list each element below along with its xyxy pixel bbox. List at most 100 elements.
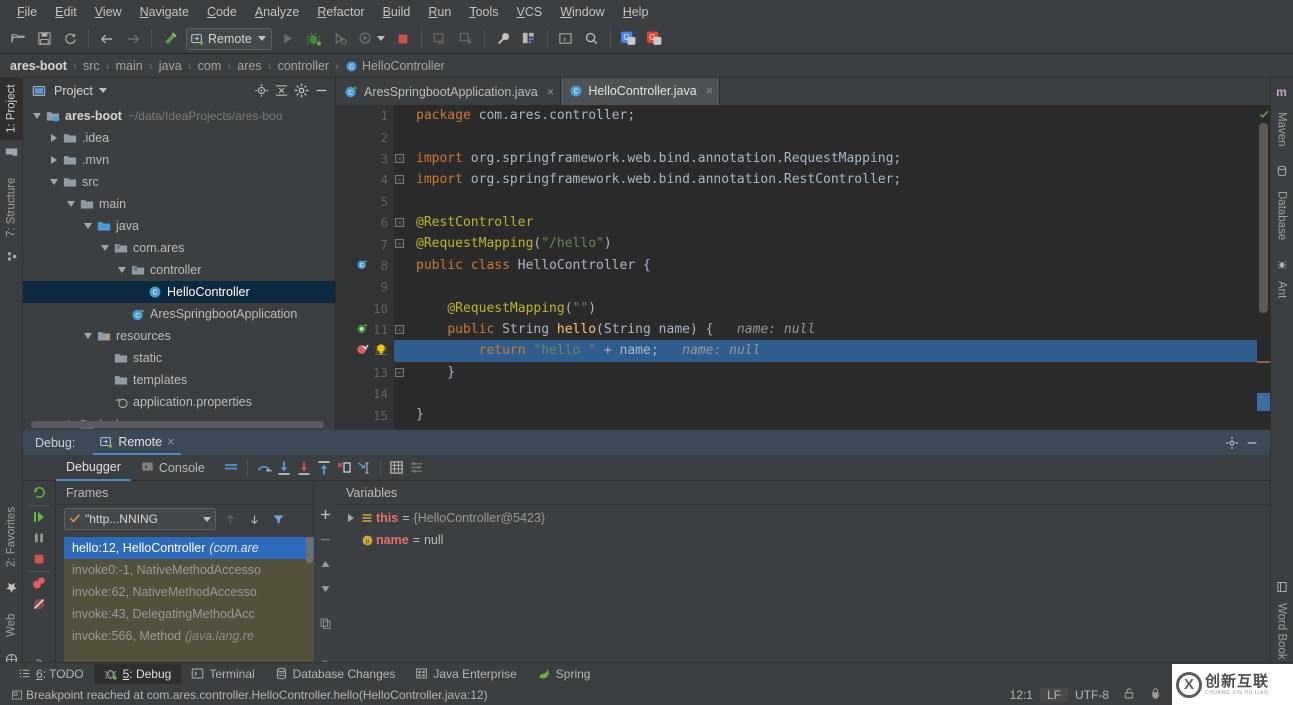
expand-arrow-icon[interactable] — [344, 514, 358, 522]
collapse-arrow-icon[interactable] — [80, 328, 96, 344]
save-all-icon[interactable] — [32, 28, 56, 50]
settings-lines-icon[interactable] — [407, 458, 427, 478]
editor-tab-hellocontroller-java[interactable]: C HelloController.java × — [561, 78, 721, 105]
sidebar-item-structure[interactable]: 7: Structure — [0, 170, 23, 244]
fold-marker-7[interactable]: - — [395, 239, 404, 249]
breadcrumb-item-controller[interactable]: controller — [278, 59, 329, 73]
gutter-line-5[interactable]: 5 — [336, 191, 394, 212]
mute-breakpoints-icon[interactable] — [26, 595, 52, 613]
translate2-icon[interactable]: G — [643, 28, 667, 50]
menu-item-file[interactable]: File — [8, 3, 46, 21]
tree-node-resources[interactable]: resources — [23, 325, 335, 347]
collapse-arrow-icon[interactable] — [80, 218, 96, 234]
step-over-icon[interactable] — [254, 458, 274, 478]
debug-minimize-icon[interactable] — [1242, 433, 1262, 453]
back-arrow-icon[interactable] — [95, 28, 119, 50]
breadcrumb-item-ares[interactable]: ares — [237, 59, 261, 73]
editor-scrollbar[interactable] — [1257, 105, 1270, 430]
tree-node-src[interactable]: src — [23, 171, 335, 193]
editor-gutter[interactable]: 12345678C9101112131415 — [336, 105, 394, 430]
sidebar-item-word-book[interactable]: Word Book — [1270, 596, 1293, 666]
encoding[interactable]: UTF-8 — [1068, 688, 1116, 702]
terminal-icon[interactable] — [554, 28, 578, 50]
gutter-line-10[interactable]: 10 — [336, 298, 394, 319]
project-scope-chevron-down-icon[interactable] — [98, 88, 107, 93]
unlock-icon[interactable] — [1116, 687, 1142, 703]
run-configuration-selector[interactable]: Remote — [186, 27, 272, 50]
pause-icon[interactable] — [26, 529, 52, 547]
tree-node-com-ares[interactable]: com.ares — [23, 237, 335, 259]
tree-node-controller[interactable]: controller — [23, 259, 335, 281]
chevron-down-icon[interactable] — [257, 36, 266, 41]
project-tree-horizontal-scrollbar[interactable] — [31, 421, 324, 428]
menu-item-edit[interactable]: Edit — [46, 3, 86, 21]
intention-bulb-icon[interactable] — [374, 343, 390, 359]
variable-row[interactable]: this = {HelloController@5423} — [336, 507, 1270, 529]
menu-item-vcs[interactable]: VCS — [508, 3, 552, 21]
debug-icon[interactable] — [302, 28, 326, 50]
project-tree[interactable]: ares-boot ~/data/IdeaProjects/ares-boo .id… — [23, 103, 335, 430]
step-out-icon[interactable] — [314, 458, 334, 478]
fold-marker-4[interactable]: - — [395, 175, 404, 185]
minus-icon[interactable] — [312, 532, 338, 548]
step-into-icon[interactable] — [274, 458, 294, 478]
sidebar-item-project[interactable]: 1: Project — [0, 78, 23, 140]
fold-marker-3[interactable]: - — [395, 153, 404, 163]
layout-icon[interactable] — [221, 458, 241, 478]
tree-node-application-properties[interactable]: application.properties — [23, 391, 335, 413]
frame-row[interactable]: invoke0:-1, NativeMethodAccesso — [64, 559, 314, 581]
menu-item-build[interactable]: Build — [374, 3, 420, 21]
folding-column[interactable]: - - - - - - — [394, 105, 406, 430]
project-structure-icon[interactable] — [517, 28, 541, 50]
frames-vertical-scrollbar[interactable] — [306, 537, 313, 563]
tree-node-templates[interactable]: templates — [23, 369, 335, 391]
down-arrow-icon[interactable] — [244, 509, 264, 529]
expand-arrow-icon[interactable] — [46, 152, 62, 168]
spring-bean-icon[interactable]: C — [356, 258, 370, 272]
force-step-into-icon[interactable] — [294, 458, 314, 478]
breadcrumb-item-src[interactable]: src — [83, 59, 100, 73]
plus-icon[interactable] — [312, 507, 338, 523]
frame-row[interactable]: invoke:62, NativeMethodAccesso — [64, 581, 314, 603]
bottom-tab-spring[interactable]: Spring — [527, 664, 601, 684]
locate-icon[interactable] — [251, 81, 271, 101]
close-icon[interactable]: × — [706, 83, 714, 98]
build-project-icon[interactable] — [428, 28, 452, 50]
gutter-line-6[interactable]: 6 — [336, 212, 394, 233]
gutter-line-7[interactable]: 7 — [336, 233, 394, 254]
fold-marker-13[interactable]: - — [395, 367, 404, 377]
copy-icon[interactable] — [312, 616, 338, 632]
breadcrumb-item-java[interactable]: java — [159, 59, 182, 73]
debug-attach-icon[interactable] — [328, 28, 352, 50]
bottom-tab-java-enterprise[interactable]: Java Enterprise — [405, 664, 526, 684]
tree-node--idea[interactable]: .idea — [23, 127, 335, 149]
bottom-tab-6--todo[interactable]: 6: TODO — [8, 664, 94, 684]
bottom-tab-terminal[interactable]: Terminal — [181, 664, 264, 684]
gutter-line-4[interactable]: 4 — [336, 169, 394, 190]
tree-node-java[interactable]: java — [23, 215, 335, 237]
tree-node-aresspringbootapplication[interactable]: C AresSpringbootApplication — [23, 303, 335, 325]
filter-icon[interactable] — [268, 509, 288, 529]
search-everywhere-icon[interactable] — [580, 28, 604, 50]
sidebar-item-web[interactable]: Web — [0, 602, 23, 648]
up-arrow-icon[interactable] — [220, 509, 240, 529]
frames-list[interactable]: hello:12, HelloController (com.are invoke0… — [64, 537, 314, 670]
tree-node-main[interactable]: main — [23, 193, 335, 215]
stop-icon[interactable] — [26, 550, 52, 568]
open-folder-icon[interactable] — [6, 28, 30, 50]
bottom-tab-database-changes[interactable]: Database Changes — [265, 664, 406, 684]
spring-mapping-icon[interactable] — [356, 322, 370, 336]
rerun-icon[interactable] — [26, 484, 52, 502]
gutter-line-13[interactable]: 13 — [336, 362, 394, 383]
debug-session-tab[interactable]: Remote × — [93, 430, 181, 455]
menu-item-view[interactable]: View — [86, 3, 131, 21]
breadcrumb-item-ares-boot[interactable]: ares-boot — [10, 59, 67, 73]
forward-arrow-icon[interactable] — [121, 28, 145, 50]
collapse-arrow-icon[interactable] — [114, 262, 130, 278]
tab-console[interactable]: Console — [131, 455, 215, 481]
sidebar-item-maven[interactable]: Maven — [1270, 102, 1293, 156]
gutter-line-14[interactable]: 14 — [336, 383, 394, 404]
coverage-icon[interactable] — [354, 28, 378, 50]
line-separator[interactable]: LF — [1039, 687, 1068, 702]
sync-icon[interactable] — [58, 28, 82, 50]
